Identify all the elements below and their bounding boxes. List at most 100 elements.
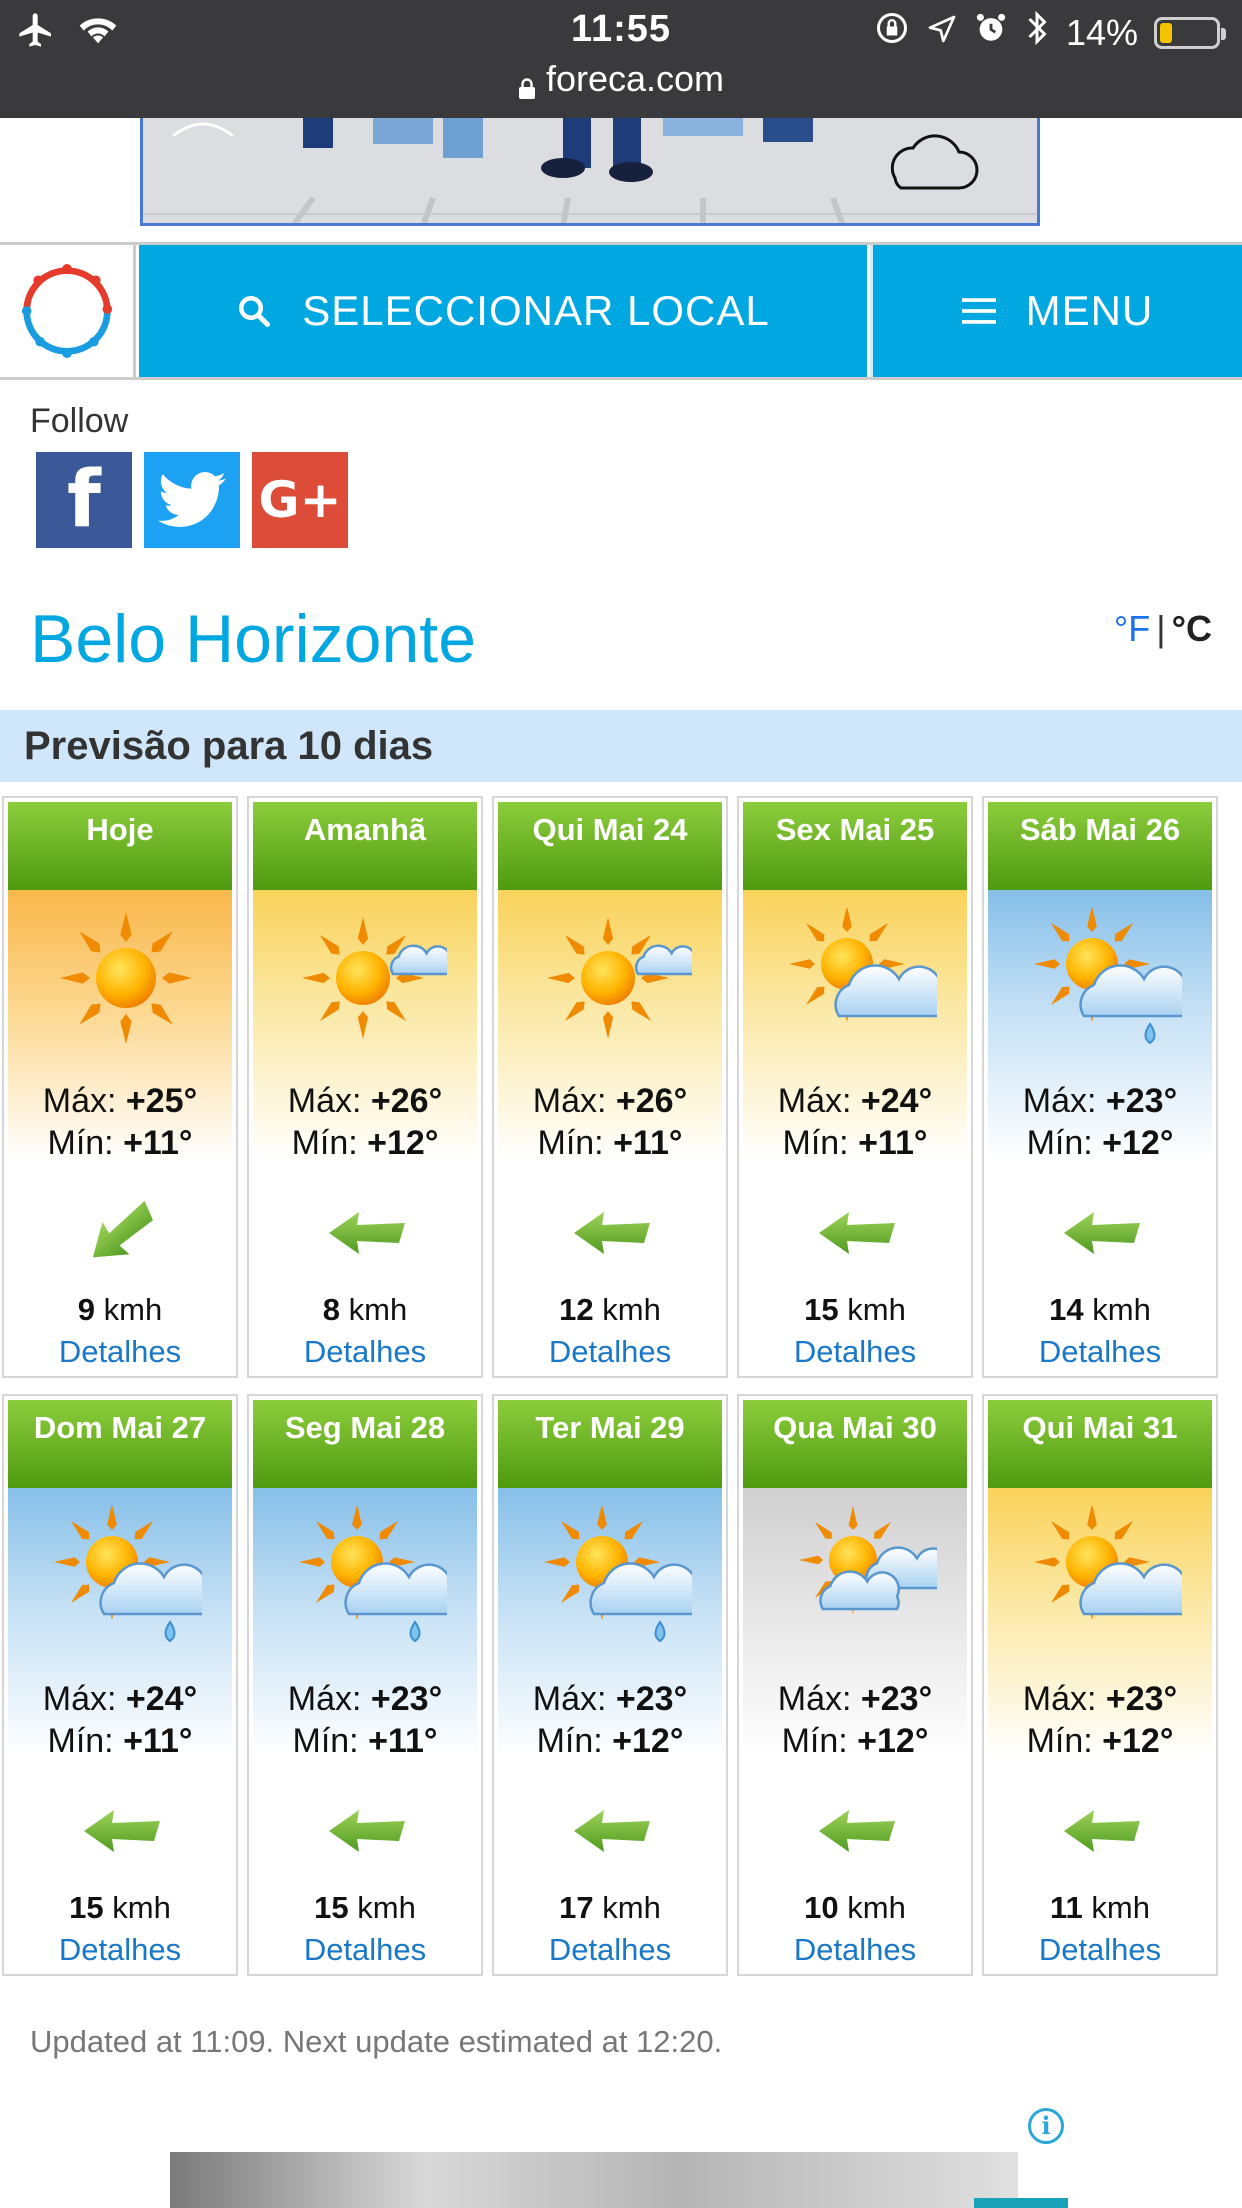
forecast-day-card: Sáb Mai 26 Máx: +23° Mín: +12° 14 kmh De… [982,796,1218,1378]
location-icon [926,12,958,54]
sun-small-cloud-icon [542,908,697,1063]
wind-speed-unit: kmh [103,1292,163,1327]
details-link[interactable]: Detalhes [984,1334,1216,1370]
details-link[interactable]: Detalhes [984,1932,1216,1968]
wind-speed-value: 8 [322,1292,341,1327]
forecast-day-card: Seg Mai 28 Máx: +23° Mín: +11° 15 kmh De… [247,1394,483,1976]
details-link[interactable]: Detalhes [4,1932,236,1968]
fahrenheit-link[interactable]: °F [1114,608,1150,649]
select-location-button[interactable]: SELECCIONAR LOCAL [139,245,867,377]
sun-cloud-icon [1032,1504,1188,1661]
details-link[interactable]: Detalhes [494,1334,726,1370]
max-temperature: Máx: +24° [739,1082,971,1121]
min-prefix: Mín: [1026,1124,1093,1162]
min-value: +12° [1102,1722,1174,1760]
max-value: +23° [860,1680,933,1718]
twitter-button[interactable] [144,452,240,548]
forecast-day-card: Ter Mai 29 Máx: +23° Mín: +12° 17 kmh De… [492,1394,728,1976]
day-label: Dom Mai 27 [8,1400,232,1488]
wind-speed-unit: kmh [112,1890,171,1925]
forecast-day-card: Hoje Máx: +25° Mín: +11° 9 kmh Detalhes [2,796,238,1378]
day-label: Ter Mai 29 [498,1400,722,1488]
day-label: Sáb Mai 26 [988,802,1212,890]
address-bar[interactable]: foreca.com [0,58,1242,100]
day-label: Hoje [8,802,232,890]
google-plus-button[interactable]: G+ [252,452,348,548]
details-link[interactable]: Detalhes [249,1334,481,1370]
sun-small-cloud-icon [297,908,452,1063]
facebook-button[interactable]: f [36,452,132,548]
forecast-day-card: Qua Mai 30 Máx: +23° Mín: +12° 10 kmh De… [737,1394,973,1976]
forecast-day-card: Dom Mai 27 Máx: +24° Mín: +11° 15 kmh De… [2,1394,238,1976]
details-link[interactable]: Detalhes [494,1932,726,1968]
forecast-title: Previsão para 10 dias [0,710,1242,782]
sun-cloud-icon [787,906,943,1063]
min-prefix: Mín: [536,1722,603,1760]
wind-direction-arrow-icon [325,1796,409,1871]
min-value: +12° [612,1722,684,1760]
menu-label: MENU [1025,287,1154,334]
select-location-label: SELECCIONAR LOCAL [302,287,770,334]
wind-speed: 8 kmh [249,1292,481,1328]
bottom-ad-tag [974,2198,1068,2208]
wind-speed: 9 kmh [4,1292,236,1328]
wind-speed-value: 15 [804,1292,839,1327]
foreca-logo[interactable] [0,245,136,377]
sun-cloud-rain-icon [297,1504,453,1661]
max-prefix: Máx: [287,1082,362,1120]
top-advertisement[interactable] [140,118,1040,226]
min-value: +12° [367,1124,439,1162]
wind-speed: 10 kmh [739,1890,971,1926]
details-link[interactable]: Detalhes [249,1932,481,1968]
bottom-advertisement[interactable] [170,2152,1018,2208]
max-temperature: Máx: +23° [249,1680,481,1719]
min-value: +11° [858,1124,928,1162]
wind-speed-value: 15 [314,1890,349,1925]
min-value: +12° [857,1722,929,1760]
max-temperature: Máx: +26° [494,1082,726,1121]
details-link[interactable]: Detalhes [739,1932,971,1968]
max-value: +26° [615,1082,688,1120]
wind-direction-arrow-icon [815,1198,899,1273]
wind-speed-value: 12 [559,1292,594,1327]
min-prefix: Mín: [47,1124,114,1162]
status-right: 14% [874,10,1226,55]
sun-icon [52,908,202,1063]
menu-button[interactable]: MENU [870,245,1242,377]
details-link[interactable]: Detalhes [4,1334,236,1370]
max-temperature: Máx: +23° [494,1680,726,1719]
city-title: Belo Horizonte [30,601,477,677]
google-plus-icon: G+ [258,471,342,529]
min-temperature: Mín: +11° [249,1722,481,1761]
min-temperature: Mín: +12° [739,1722,971,1761]
wind-speed: 14 kmh [984,1292,1216,1328]
wind-speed-value: 17 [559,1890,594,1925]
wind-direction-arrow-icon [325,1198,409,1273]
wind-direction-arrow-icon [570,1796,654,1871]
wind-speed-unit: kmh [1091,1890,1150,1925]
wind-direction-arrow-icon [1060,1796,1144,1871]
wind-speed-value: 11 [1050,1890,1083,1925]
wind-direction-arrow-icon [80,1198,164,1273]
max-prefix: Máx: [42,1680,117,1718]
max-temperature: Máx: +26° [249,1082,481,1121]
max-prefix: Máx: [532,1680,607,1718]
max-prefix: Máx: [287,1680,362,1718]
facebook-icon: f [67,455,101,545]
sun-cloud-rain-icon [542,1504,698,1661]
max-value: +24° [125,1680,198,1718]
ad-info-icon[interactable]: i [1028,2108,1064,2144]
wind-speed-unit: kmh [1092,1292,1151,1327]
celsius-link[interactable]: °C [1172,608,1212,649]
wind-direction-arrow-icon [815,1796,899,1871]
wind-speed: 12 kmh [494,1292,726,1328]
wind-speed-unit: kmh [348,1292,408,1327]
wind-speed-value: 9 [77,1292,96,1327]
day-label: Qua Mai 30 [743,1400,967,1488]
sun-two-clouds-icon [787,1506,953,1661]
wind-direction-arrow-icon [570,1198,654,1273]
details-link[interactable]: Detalhes [739,1334,971,1370]
unit-separator: | [1156,608,1166,649]
wind-speed-value: 14 [1049,1292,1084,1327]
wind-speed: 11 kmh [984,1890,1216,1926]
